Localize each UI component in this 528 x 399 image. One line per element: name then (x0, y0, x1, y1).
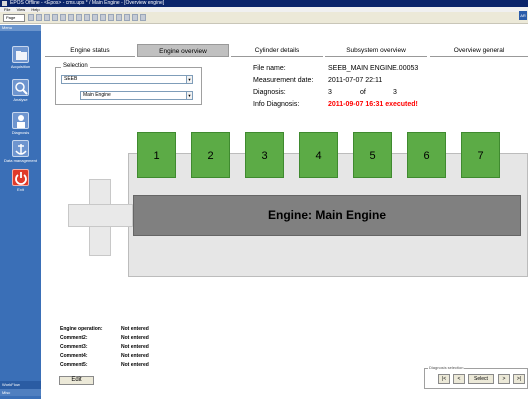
sidebar-item-exit[interactable]: Exit (0, 168, 41, 196)
person-icon (12, 112, 29, 129)
title-bar: EPOS Offline - <Epos> - cms.ups * / Main… (0, 0, 528, 7)
engine-shaft-horizontal (68, 204, 133, 227)
cylinder-6[interactable]: 6 (407, 132, 446, 178)
engine-label[interactable]: Engine: Main Engine (133, 195, 521, 236)
toolbar-icon[interactable] (84, 14, 90, 21)
previous-button[interactable]: < (453, 374, 465, 384)
diagnosis-selection-legend: Diagnosis selection (428, 365, 465, 370)
sidebar-misc-tab[interactable]: Misc (0, 389, 41, 396)
tab-subsystem-overview[interactable]: Subsystem overview (325, 44, 427, 57)
sidebar-item-diagnosis[interactable]: Diagnosis (0, 111, 41, 139)
info-diagnosis-label: Info Diagnosis: (253, 101, 300, 108)
sidebar-workflow-tab[interactable]: WorkFlow (0, 381, 41, 389)
sidebar-item-label: Acquisition (10, 64, 31, 69)
comment-value: Not entered (121, 326, 149, 332)
comment-value: Not entered (121, 335, 149, 341)
info-diagnosis-value: 2011-09-07 16:31 executed! (328, 101, 418, 108)
toolbar-icon[interactable] (100, 14, 106, 21)
engine-select[interactable]: Main Engine ▼ (80, 91, 193, 100)
diagnosis-current: 3 (328, 89, 332, 96)
toolbar-icon[interactable] (140, 14, 146, 21)
sidebar-header: Menu (0, 25, 41, 31)
comment-label: Comment4: (60, 353, 88, 359)
folder-icon (12, 46, 29, 63)
select-button[interactable]: Select (468, 374, 494, 384)
file-name-label: File name: (253, 65, 286, 72)
comment-label: Comment5: (60, 362, 88, 368)
toolbar-icon[interactable] (92, 14, 98, 21)
diagnosis-total: 3 (393, 89, 397, 96)
selection-legend: Selection (61, 63, 90, 69)
file-name-value: SEEB_MAIN ENGINE.00053 (328, 65, 419, 72)
sidebar: Menu Acquisition Analyse Diagnosis Data … (0, 25, 41, 399)
sidebar-item-analyse[interactable]: Analyse (0, 78, 41, 106)
cylinder-7[interactable]: 7 (461, 132, 500, 178)
engine-select-value: Main Engine (83, 92, 111, 98)
toolbar-icon[interactable] (124, 14, 130, 21)
ship-select[interactable]: SEEB ▼ (61, 75, 193, 84)
diagnosis-label: Diagnosis: (253, 89, 286, 96)
sidebar-item-label: Diagnosis (11, 130, 30, 135)
toolbar-icon[interactable] (60, 14, 66, 21)
magnifier-icon (12, 79, 29, 96)
comment-value: Not entered (121, 344, 149, 350)
cylinder-1[interactable]: 1 (137, 132, 176, 178)
comment-label: Comment2: (60, 335, 88, 341)
chevron-down-icon[interactable]: ▼ (186, 92, 192, 99)
toolbar-icon[interactable] (28, 14, 34, 21)
sidebar-item-data-management[interactable]: Data management (0, 139, 41, 167)
diagnosis-of: of (360, 89, 366, 96)
edit-button[interactable]: Edit (59, 376, 94, 385)
app-icon (2, 1, 7, 6)
window-title: EPOS Offline - <Epos> - cms.ups * / Main… (10, 0, 165, 6)
toolbar: Page (0, 12, 528, 24)
corner-icon[interactable]: AR (519, 11, 527, 20)
measurement-date-value: 2011-07-07 22:11 (328, 77, 383, 84)
comment-label: Engine operation: (60, 326, 103, 332)
tab-overview-general[interactable]: Overview general (430, 44, 528, 57)
comment-value: Not entered (121, 362, 149, 368)
comment-value: Not entered (121, 353, 149, 359)
toolbar-icon[interactable] (108, 14, 114, 21)
toolbar-icon[interactable] (36, 14, 42, 21)
sidebar-item-acquisition[interactable]: Acquisition (0, 45, 41, 73)
measurement-date-label: Measurement date: (253, 77, 314, 84)
chevron-down-icon[interactable]: ▼ (186, 76, 192, 83)
sidebar-item-label: Exit (17, 187, 24, 192)
page-selector[interactable]: Page (3, 14, 25, 22)
cylinder-2[interactable]: 2 (191, 132, 230, 178)
first-button[interactable]: |< (438, 374, 450, 384)
sidebar-item-label: Analyse (13, 97, 28, 102)
comment-label: Comment3: (60, 344, 88, 350)
toolbar-icon[interactable] (132, 14, 138, 21)
toolbar-icon[interactable] (68, 14, 74, 21)
selection-group: Selection SEEB ▼ Main Engine ▼ (55, 63, 202, 105)
cylinder-5[interactable]: 5 (353, 132, 392, 178)
anchor-icon (12, 140, 29, 157)
cylinder-4[interactable]: 4 (299, 132, 338, 178)
sidebar-item-label: Data management (4, 158, 37, 163)
tab-engine-status[interactable]: Engine status (45, 44, 135, 57)
ship-select-value: SEEB (64, 76, 78, 82)
toolbar-icon[interactable] (76, 14, 82, 21)
toolbar-icon[interactable] (52, 14, 58, 21)
toolbar-icon[interactable] (116, 14, 122, 21)
toolbar-icon[interactable] (44, 14, 50, 21)
power-icon (12, 169, 29, 186)
cylinder-3[interactable]: 3 (245, 132, 284, 178)
tab-cylinder-details[interactable]: Cylinder details (231, 44, 323, 57)
tab-bar: Engine status Engine overview Cylinder d… (45, 44, 528, 57)
next-button[interactable]: > (498, 374, 510, 384)
last-button[interactable]: >| (513, 374, 525, 384)
tab-engine-overview[interactable]: Engine overview (137, 44, 229, 57)
